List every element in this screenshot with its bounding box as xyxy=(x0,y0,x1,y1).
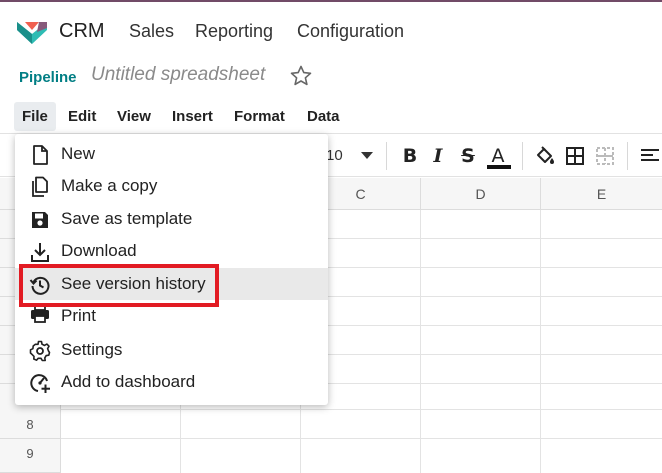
menu-item-label: Add to dashboard xyxy=(61,372,196,391)
menu-item-new[interactable]: New xyxy=(15,138,328,170)
grid-line xyxy=(420,210,421,473)
grid-line xyxy=(61,409,662,410)
menu-data[interactable]: Data xyxy=(307,108,340,125)
italic-button[interactable]: I xyxy=(426,144,450,168)
menu-item-label: Save as template xyxy=(61,209,193,228)
menu-item-label: Print xyxy=(61,306,96,325)
toolbar-divider xyxy=(627,142,628,170)
fill-color-icon[interactable] xyxy=(533,144,557,168)
grid-line xyxy=(61,438,662,439)
menu-format[interactable]: Format xyxy=(234,108,285,125)
save-icon xyxy=(32,212,48,228)
menu-item-add-to-dashboard[interactable]: Add to dashboard xyxy=(15,366,328,398)
text-color-swatch xyxy=(487,165,511,169)
top-navbar: CRM Sales Reporting Configuration xyxy=(0,2,662,58)
align-left-icon[interactable] xyxy=(638,144,662,168)
column-header-e[interactable]: E xyxy=(541,178,662,210)
borders-icon[interactable] xyxy=(563,144,587,168)
print-icon xyxy=(31,306,49,323)
menu-file[interactable]: File xyxy=(14,102,56,131)
breadcrumb-pipeline-link[interactable]: Pipeline xyxy=(19,69,77,86)
annotation-highlight-box xyxy=(19,264,219,307)
toolbar-divider xyxy=(386,142,387,170)
bold-button[interactable]: B xyxy=(398,144,422,168)
star-icon[interactable] xyxy=(289,64,313,88)
menu-item-save-as-template[interactable]: Save as template xyxy=(15,203,328,235)
nav-sales[interactable]: Sales xyxy=(129,21,174,42)
nav-configuration[interactable]: Configuration xyxy=(297,21,404,42)
row-header-9[interactable]: 9 xyxy=(0,439,61,473)
app-name[interactable]: CRM xyxy=(59,20,105,43)
crm-logo-icon[interactable] xyxy=(15,18,49,46)
spreadsheet-menubar: File Edit View Insert Format Data xyxy=(0,100,662,132)
menu-item-download[interactable]: Download xyxy=(15,235,328,267)
copy-icon xyxy=(32,176,48,197)
new-document-icon xyxy=(33,145,48,165)
menu-item-label: Make a copy xyxy=(61,176,158,195)
strikethrough-button[interactable]: S xyxy=(456,144,480,168)
menu-item-make-a-copy[interactable]: Make a copy xyxy=(15,170,328,202)
menu-item-label: Download xyxy=(61,241,137,260)
font-size-caret-icon[interactable] xyxy=(361,152,373,159)
gear-icon xyxy=(29,340,51,362)
merge-cells-icon[interactable] xyxy=(593,144,617,168)
menu-edit[interactable]: Edit xyxy=(68,108,96,125)
menu-insert[interactable]: Insert xyxy=(172,108,213,125)
menu-view[interactable]: View xyxy=(117,108,151,125)
toolbar-divider xyxy=(522,142,523,170)
add-dashboard-icon xyxy=(30,374,50,393)
spreadsheet-title[interactable]: Untitled spreadsheet xyxy=(91,64,265,86)
column-header-d[interactable]: D xyxy=(421,178,541,210)
menu-item-label: New xyxy=(61,144,96,163)
menu-item-label: Settings xyxy=(61,340,123,359)
row-header-8[interactable]: 8 xyxy=(0,410,61,439)
download-icon xyxy=(31,243,49,262)
menu-item-settings[interactable]: Settings xyxy=(15,334,328,366)
grid-line xyxy=(540,210,541,473)
font-size-value[interactable]: 10 xyxy=(326,147,343,164)
nav-reporting[interactable]: Reporting xyxy=(195,21,273,42)
